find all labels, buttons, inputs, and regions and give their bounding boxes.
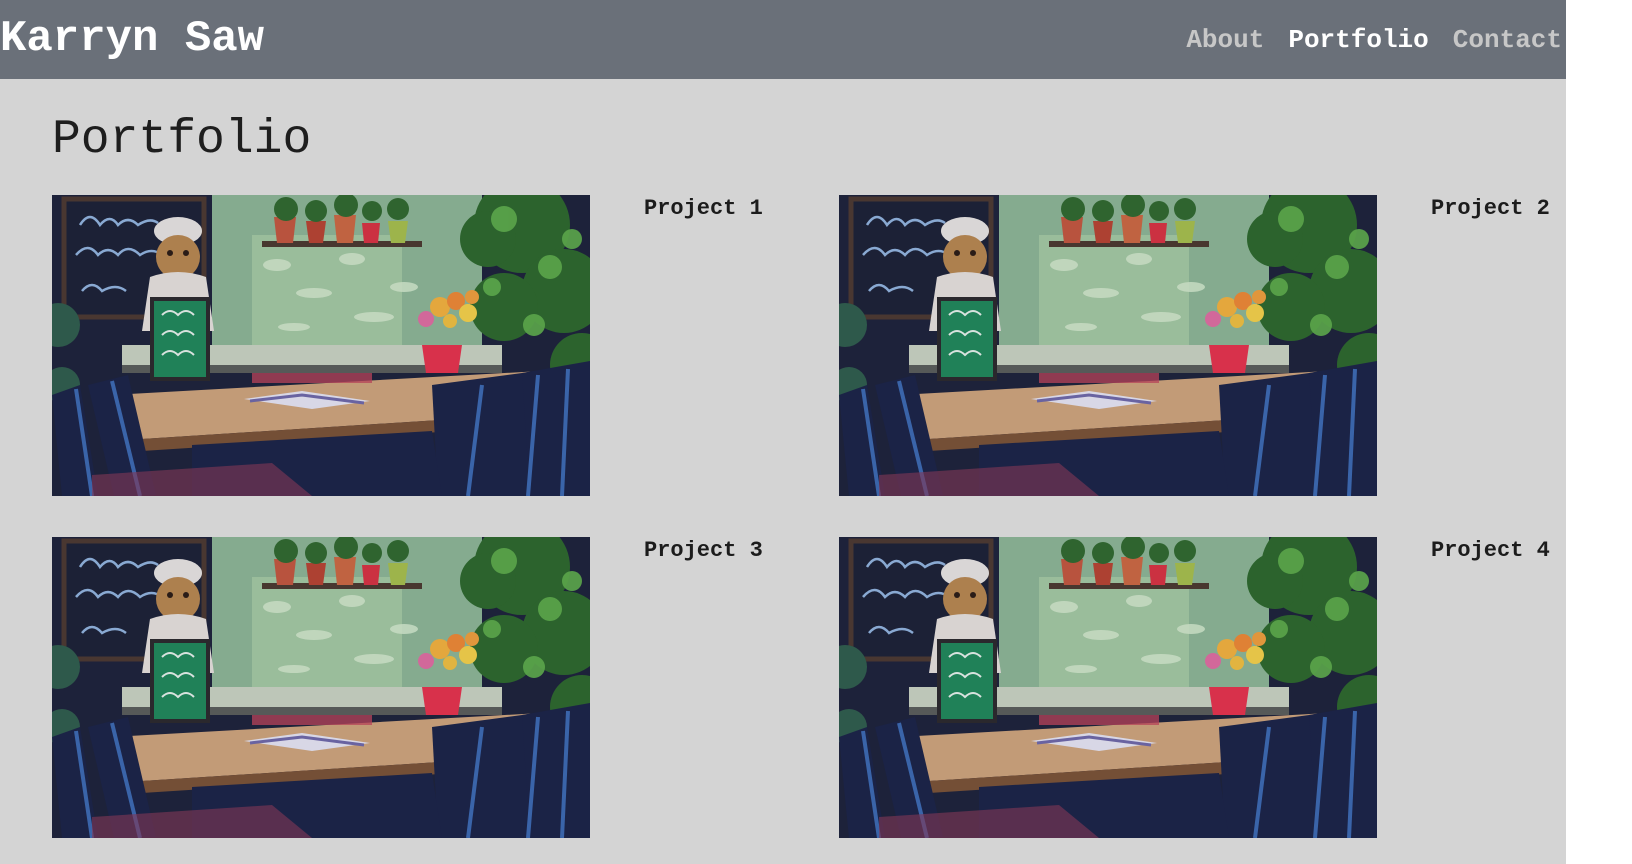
project-thumbnail[interactable]	[839, 195, 1377, 496]
nav-link-contact[interactable]: Contact	[1453, 20, 1562, 60]
project-card: Project 4	[839, 537, 1559, 841]
nav-link-about[interactable]: About	[1186, 20, 1264, 60]
cafe-table-image	[839, 537, 1377, 838]
cafe-table-image	[839, 195, 1377, 496]
project-card: Project 3	[52, 537, 772, 841]
project-thumbnail[interactable]	[839, 537, 1377, 838]
project-title[interactable]: Project 1	[644, 195, 763, 223]
navbar: Karryn Saw About Portfolio Contact	[0, 0, 1566, 79]
cafe-table-image	[52, 537, 590, 838]
project-card: Project 2	[839, 195, 1559, 499]
nav-link-portfolio[interactable]: Portfolio	[1288, 20, 1428, 60]
project-thumbnail[interactable]	[52, 195, 590, 496]
project-title[interactable]: Project 2	[1431, 195, 1550, 223]
site-brand[interactable]: Karryn Saw	[0, 9, 264, 69]
project-card: Project 1	[52, 195, 772, 499]
page-frame: Karryn Saw About Portfolio Contact Portf…	[0, 0, 1566, 864]
project-thumbnail[interactable]	[52, 537, 590, 838]
project-title[interactable]: Project 4	[1431, 537, 1550, 565]
page-title: Portfolio	[52, 113, 312, 167]
main-nav: About Portfolio Contact	[1186, 20, 1562, 60]
project-title[interactable]: Project 3	[644, 537, 763, 565]
cafe-table-image	[52, 195, 590, 496]
